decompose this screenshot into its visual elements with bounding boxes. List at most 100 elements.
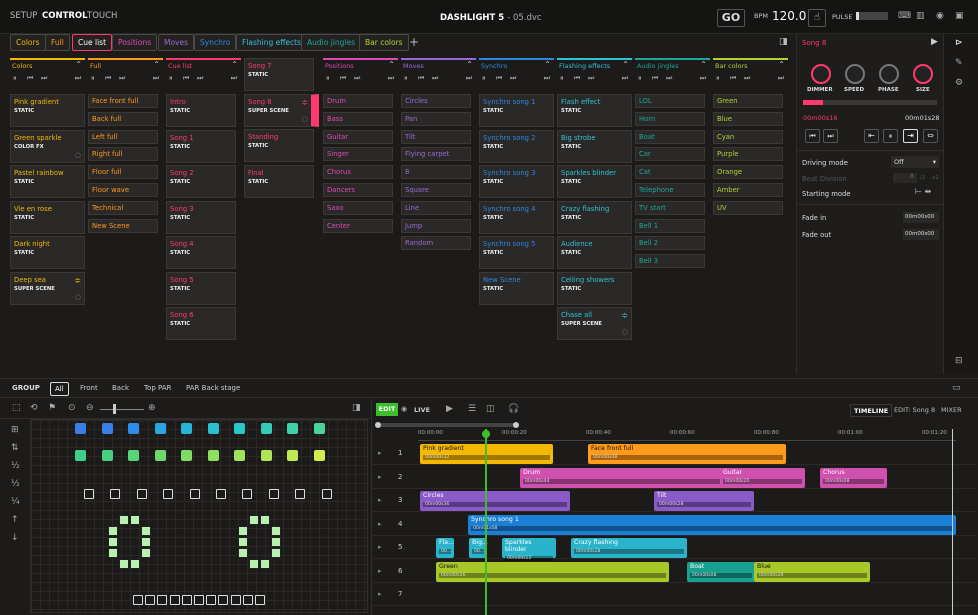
pencil-icon[interactable]: ✎ bbox=[955, 58, 963, 68]
half2-icon[interactable]: ½ bbox=[11, 479, 20, 489]
fixture-bar-pixel[interactable] bbox=[242, 595, 253, 605]
scene-cell[interactable]: Right full bbox=[88, 147, 158, 162]
scene-cell[interactable]: Bass bbox=[323, 111, 393, 126]
fixture-par[interactable] bbox=[136, 489, 147, 499]
fixture-bar-pixel[interactable] bbox=[206, 595, 217, 605]
collapse-icon[interactable]: ⌃ bbox=[153, 60, 160, 69]
scene-cell[interactable]: Pan bbox=[401, 111, 471, 126]
collapse-icon[interactable]: ⌃ bbox=[622, 60, 629, 69]
scene-cell[interactable]: New Scene STATIC bbox=[479, 271, 554, 305]
arrow-up-icon[interactable]: ↑ bbox=[11, 515, 19, 525]
fixture-spot[interactable] bbox=[234, 423, 245, 434]
fixture-pixel[interactable] bbox=[141, 548, 151, 558]
timeline-clip[interactable]: Circles 00m00s36 bbox=[420, 491, 570, 511]
scene-cell[interactable]: Synchro song 5 STATIC bbox=[479, 236, 554, 269]
collapse-icon[interactable]: ⌃ bbox=[544, 60, 551, 69]
gear-icon[interactable]: ⚙ bbox=[955, 78, 963, 88]
half-icon[interactable]: ½ bbox=[11, 461, 20, 471]
previous-icon[interactable]: ⏮ bbox=[496, 74, 502, 83]
scene-cell[interactable]: Bell 3 bbox=[635, 254, 705, 269]
skip-icon[interactable]: ⏭ bbox=[466, 74, 472, 83]
timeline-clip[interactable]: Blue 00m00s28 bbox=[754, 561, 870, 582]
scene-cell[interactable]: TV start bbox=[635, 200, 705, 215]
scene-cell[interactable]: Jump bbox=[401, 218, 471, 233]
expand-icon[interactable]: ▭ bbox=[952, 383, 961, 393]
skip-icon[interactable]: ⏭ bbox=[75, 74, 81, 83]
scene-cell[interactable]: Standing STATIC bbox=[244, 129, 314, 162]
scene-cell[interactable]: Left full bbox=[88, 129, 158, 144]
scene-cell[interactable]: Amber bbox=[713, 183, 783, 197]
next-icon[interactable]: ⏭ bbox=[354, 74, 360, 83]
forward-icon[interactable]: ⇥ bbox=[903, 129, 918, 143]
window-icon[interactable]: ▣ bbox=[955, 11, 964, 21]
reverse-icon[interactable]: ⇤ bbox=[864, 129, 879, 143]
fade-out-field[interactable]: 00m00s00 bbox=[903, 229, 939, 240]
fixture-spot[interactable] bbox=[181, 423, 192, 434]
tab-cue-list[interactable]: Cue list bbox=[72, 34, 113, 51]
fixture-spot[interactable] bbox=[181, 450, 192, 461]
zoom-in-icon[interactable]: ⊕ bbox=[148, 403, 156, 413]
scene-cell[interactable]: Cat bbox=[635, 165, 705, 180]
previous-icon[interactable]: ⏮ bbox=[652, 74, 658, 83]
expand-row-icon[interactable]: ▸ bbox=[378, 567, 382, 575]
scene-cell[interactable]: Green bbox=[713, 94, 783, 108]
pause-icon[interactable]: ⏸ bbox=[326, 74, 330, 83]
scene-cell[interactable]: Blue bbox=[713, 111, 783, 126]
fixture-pixel[interactable] bbox=[141, 526, 151, 536]
speed-dial[interactable] bbox=[845, 64, 865, 84]
timeline-clip[interactable]: Fla... 00... bbox=[436, 538, 454, 558]
fixture-pixel[interactable] bbox=[119, 559, 129, 569]
scene-cell[interactable]: Guitar bbox=[323, 129, 393, 144]
scene-cell[interactable]: Vie en rose STATIC bbox=[10, 200, 85, 234]
fixture-bar-pixel[interactable] bbox=[255, 595, 265, 605]
driving-mode-select[interactable]: Off ▾ bbox=[891, 156, 939, 168]
scroll-handle-left[interactable] bbox=[375, 422, 381, 428]
fixture-spot[interactable] bbox=[101, 450, 113, 461]
list-icon[interactable]: ☰ bbox=[468, 404, 476, 414]
fixture-pixel[interactable] bbox=[141, 537, 151, 547]
timeline-clip[interactable]: Synchro song 1 00m01s08 bbox=[468, 514, 956, 535]
tab-audio-jingles[interactable]: Audio jingles bbox=[301, 34, 361, 51]
scene-cell[interactable]: Final STATIC bbox=[244, 164, 314, 198]
play-icon[interactable]: ▶ bbox=[931, 37, 938, 47]
fixture-spot[interactable] bbox=[207, 450, 219, 461]
scene-cell[interactable]: Pastel rainbow STATIC bbox=[10, 165, 85, 198]
split-icon[interactable]: ◫ bbox=[486, 404, 495, 414]
next-icon[interactable]: ⏭ bbox=[588, 74, 594, 83]
fixture-spot[interactable] bbox=[75, 423, 86, 434]
pause-icon[interactable]: ⏸ bbox=[404, 74, 408, 83]
next-icon[interactable]: ⏭ bbox=[41, 74, 47, 83]
previous-icon[interactable]: ⏮ bbox=[805, 129, 820, 143]
fixture-grid[interactable] bbox=[30, 419, 368, 613]
tab-touch[interactable]: TOUCH bbox=[87, 11, 117, 21]
scene-cell[interactable]: Drum bbox=[323, 94, 393, 108]
scene-cell[interactable]: Audience STATIC bbox=[557, 236, 632, 269]
scene-cell[interactable]: Song 5 STATIC bbox=[166, 271, 236, 305]
scene-cell[interactable]: Song 6 STATIC bbox=[166, 307, 236, 340]
scene-cell[interactable]: Floor full bbox=[88, 165, 158, 180]
zoom-handle[interactable] bbox=[113, 404, 116, 414]
headphones-icon[interactable]: 🎧 bbox=[508, 404, 519, 414]
tab-setup[interactable]: SETUP bbox=[10, 11, 37, 21]
tap-hand-icon[interactable]: ☝ bbox=[808, 9, 826, 27]
fixture-spot[interactable] bbox=[101, 423, 113, 434]
previous-icon[interactable]: ⏮ bbox=[730, 74, 736, 83]
previous-icon[interactable]: ⏮ bbox=[183, 74, 189, 83]
skip-icon[interactable]: ⏭ bbox=[700, 74, 706, 83]
layout-icon[interactable]: ▥ bbox=[916, 11, 925, 21]
fade-in-field[interactable]: 00m00s00 bbox=[903, 212, 939, 223]
previous-icon[interactable]: ⏮ bbox=[105, 74, 111, 83]
fixture-par[interactable] bbox=[189, 489, 200, 499]
scene-cell[interactable]: Synchro song 4 STATIC bbox=[479, 200, 554, 234]
collapse-icon[interactable]: ⌃ bbox=[466, 60, 473, 69]
scene-cell[interactable]: Bell 1 bbox=[635, 218, 705, 233]
fixture-pixel[interactable] bbox=[130, 559, 140, 569]
scene-cell[interactable]: Chorus bbox=[323, 165, 393, 180]
next-icon[interactable]: ⏭ bbox=[119, 74, 125, 83]
scene-cell[interactable]: Ceiling showers STATIC bbox=[557, 271, 632, 305]
fixture-spot[interactable] bbox=[128, 450, 139, 461]
expand-row-icon[interactable]: ▸ bbox=[378, 473, 382, 481]
scene-cell[interactable]: Orange bbox=[713, 165, 783, 180]
pause-icon[interactable]: ⏸ bbox=[560, 74, 564, 83]
skip-icon[interactable]: ⏭ bbox=[544, 74, 550, 83]
